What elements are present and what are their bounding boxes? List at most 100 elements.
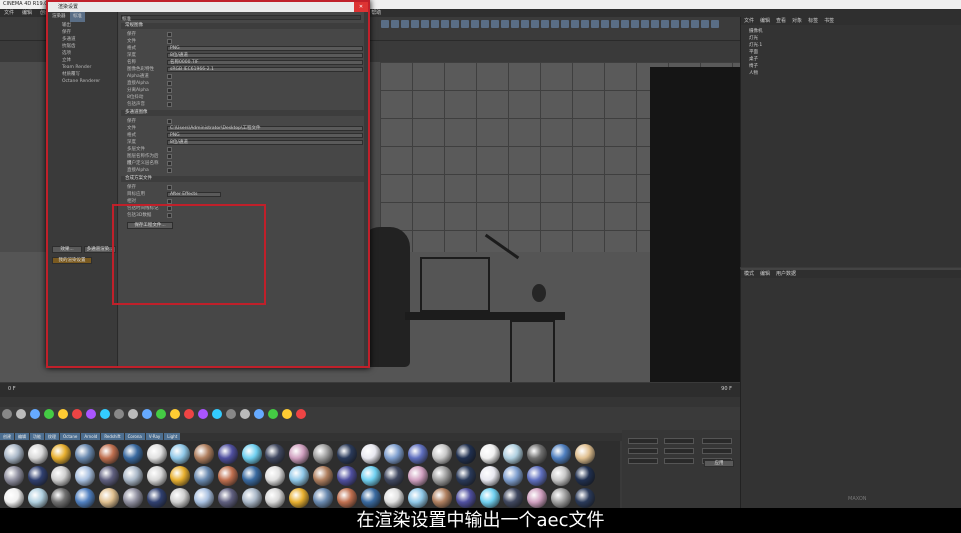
material-swatch[interactable]: [99, 444, 120, 464]
toolbar-tool-icon[interactable]: [531, 20, 539, 28]
material-tool-icon[interactable]: [170, 409, 180, 419]
material-tool-icon[interactable]: [44, 409, 54, 419]
section-header[interactable]: 合成方案文件: [121, 176, 366, 182]
toolbar-tool-icon[interactable]: [591, 20, 599, 28]
material-swatch[interactable]: [27, 488, 48, 508]
playback-controls[interactable]: [0, 397, 740, 407]
setting-checkbox[interactable]: [167, 185, 172, 190]
setting-field[interactable]: PNG: [167, 133, 363, 138]
om-tab[interactable]: 查看: [776, 18, 786, 24]
material-swatch[interactable]: [170, 488, 191, 508]
material-swatch[interactable]: [527, 466, 548, 486]
setting-checkbox[interactable]: [167, 88, 172, 93]
material-swatch[interactable]: [241, 444, 262, 464]
material-swatch[interactable]: [574, 488, 595, 508]
object-manager[interactable]: 文件 编辑 查看 对象 标签 书签 摄像机 灯光 灯光.1 平面 桌子 椅子 人物: [740, 17, 961, 267]
setting-checkbox[interactable]: [167, 147, 172, 152]
om-tab[interactable]: 对象: [792, 18, 802, 24]
attribute-manager[interactable]: 模式 编辑 用户数据: [740, 268, 961, 508]
toolbar-tool-icon[interactable]: [381, 20, 389, 28]
material-swatch[interactable]: [384, 466, 405, 486]
settings-nav-item[interactable]: 输出: [48, 22, 117, 29]
toolbar-tool-icon[interactable]: [621, 20, 629, 28]
material-swatch[interactable]: [217, 488, 238, 508]
material-swatch[interactable]: [574, 466, 595, 486]
material-swatch[interactable]: [479, 444, 500, 464]
material-swatch[interactable]: [408, 488, 429, 508]
toolbar-tool-icon[interactable]: [391, 20, 399, 28]
material-swatch[interactable]: [431, 488, 452, 508]
toolbar-tool-icon[interactable]: [571, 20, 579, 28]
material-swatch[interactable]: [27, 466, 48, 486]
timeline-ruler[interactable]: 0 F 90 F: [0, 383, 740, 397]
toolbar-tool-icon[interactable]: [451, 20, 459, 28]
material-tool-icon[interactable]: [30, 409, 40, 419]
setting-checkbox[interactable]: [167, 168, 172, 173]
object-row[interactable]: 椅子: [741, 63, 961, 70]
material-swatch[interactable]: [336, 444, 357, 464]
toolbar-tool-icon[interactable]: [431, 20, 439, 28]
setting-field[interactable]: C:\Users\Administrator\Desktop\工程文件: [167, 126, 363, 131]
material-swatch[interactable]: [194, 488, 215, 508]
toolbar-tool-icon[interactable]: [491, 20, 499, 28]
settings-nav-item[interactable]: 材质覆写: [48, 71, 117, 78]
object-row[interactable]: 桌子: [741, 56, 961, 63]
setting-checkbox[interactable]: [167, 161, 172, 166]
material-swatch[interactable]: [455, 488, 476, 508]
material-swatch[interactable]: [313, 466, 334, 486]
material-tab[interactable]: 功能: [30, 433, 44, 440]
renderer-field[interactable]: 标准: [121, 15, 361, 22]
render-settings-dialog[interactable]: 渲染设置 ✕ 渲染器 标准 输出 保存 多通道 抗锯齿 选项 立体 Team Render 材…: [46, 0, 370, 368]
material-swatch[interactable]: [503, 466, 524, 486]
material-tab[interactable]: Redshift: [101, 433, 124, 440]
menu-item[interactable]: 文件: [4, 10, 14, 16]
om-tab[interactable]: 标签: [808, 18, 818, 24]
material-tool-icon[interactable]: [184, 409, 194, 419]
material-swatch[interactable]: [99, 466, 120, 486]
toolbar-tool-icon[interactable]: [501, 20, 509, 28]
settings-nav-item[interactable]: 选项: [48, 50, 117, 57]
toolbar-tool-icon[interactable]: [691, 20, 699, 28]
toolbar-tool-icon[interactable]: [651, 20, 659, 28]
toolbar-tool-icon[interactable]: [661, 20, 669, 28]
material-swatch[interactable]: [265, 444, 286, 464]
material-swatch[interactable]: [550, 466, 571, 486]
material-tool-icon[interactable]: [86, 409, 96, 419]
settings-nav-item[interactable]: 抗锯齿: [48, 43, 117, 50]
material-tab[interactable]: Corona: [124, 433, 145, 440]
material-swatch[interactable]: [3, 488, 24, 508]
setting-field[interactable]: 名称0000.TIF: [167, 60, 363, 65]
material-tool-icon[interactable]: [268, 409, 278, 419]
toolbar-tool-icon[interactable]: [471, 20, 479, 28]
material-tool-icon[interactable]: [240, 409, 250, 419]
material-swatch[interactable]: [479, 466, 500, 486]
coordinate-manager[interactable]: 应用: [622, 430, 740, 508]
material-swatch[interactable]: [479, 488, 500, 508]
material-swatch[interactable]: [217, 444, 238, 464]
attr-tab[interactable]: 编辑: [760, 271, 770, 277]
material-swatch[interactable]: [241, 488, 262, 508]
material-tab[interactable]: 编辑: [15, 433, 29, 440]
material-swatch[interactable]: [51, 466, 72, 486]
settings-nav-item[interactable]: Octane Renderer: [48, 78, 117, 85]
object-row[interactable]: 灯光.1: [741, 42, 961, 49]
toolbar-tool-icon[interactable]: [551, 20, 559, 28]
material-swatch[interactable]: [527, 444, 548, 464]
settings-nav-item[interactable]: 立体: [48, 57, 117, 64]
material-swatch[interactable]: [27, 444, 48, 464]
material-swatch[interactable]: [431, 466, 452, 486]
material-tab[interactable]: Light: [164, 433, 181, 440]
material-swatch[interactable]: [146, 444, 167, 464]
material-swatch[interactable]: [51, 488, 72, 508]
setting-field[interactable]: After Effects: [167, 192, 221, 197]
material-swatch[interactable]: [51, 444, 72, 464]
material-tool-icon[interactable]: [128, 409, 138, 419]
om-tab[interactable]: 文件: [744, 18, 754, 24]
om-tab[interactable]: 书签: [824, 18, 834, 24]
material-swatch[interactable]: [122, 444, 143, 464]
material-swatch[interactable]: [146, 488, 167, 508]
toolbar-tool-icon[interactable]: [611, 20, 619, 28]
material-tool-icon[interactable]: [296, 409, 306, 419]
material-swatch[interactable]: [170, 444, 191, 464]
material-swatch[interactable]: [336, 466, 357, 486]
